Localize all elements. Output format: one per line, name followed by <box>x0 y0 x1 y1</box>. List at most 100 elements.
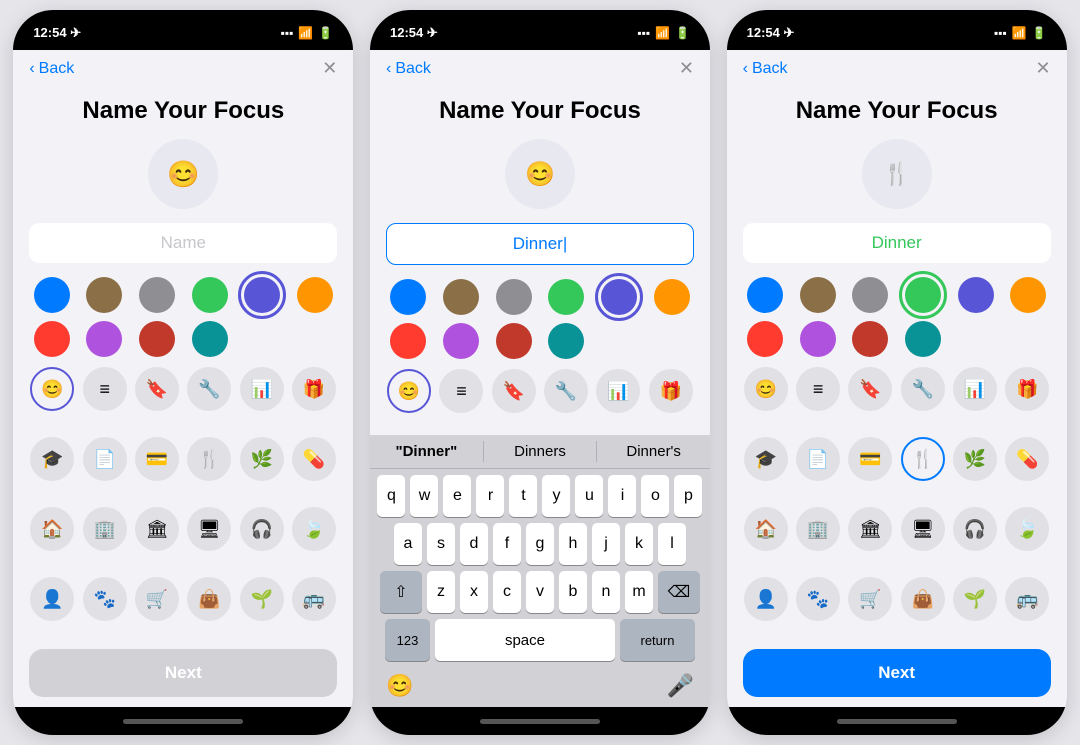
key-g[interactable]: g <box>526 523 554 565</box>
icon-smiley-2[interactable]: 😊 <box>387 369 431 413</box>
color-blue-3[interactable] <box>747 277 783 313</box>
icon-med-3[interactable]: 💊 <box>1005 437 1049 481</box>
color-purple-2[interactable] <box>601 279 637 315</box>
color-green-1[interactable] <box>192 277 228 313</box>
close-button-2[interactable]: ✕ <box>679 58 694 79</box>
focus-icon-1[interactable]: 😊 <box>148 139 218 209</box>
key-o[interactable]: o <box>641 475 669 517</box>
color-crimson-1[interactable] <box>139 321 175 357</box>
color-violet-1[interactable] <box>86 321 122 357</box>
key-r[interactable]: r <box>476 475 504 517</box>
icon-tool-2[interactable]: 🔧 <box>544 369 588 413</box>
key-c[interactable]: c <box>493 571 521 613</box>
mic-icon[interactable]: 🎤 <box>667 673 694 699</box>
key-n[interactable]: n <box>592 571 620 613</box>
focus-icon-2[interactable]: 😊 <box>505 139 575 209</box>
icon-fork-1[interactable]: 🍴 <box>187 437 231 481</box>
key-delete[interactable]: ⌫ <box>658 571 700 613</box>
color-red-1[interactable] <box>34 321 70 357</box>
key-f[interactable]: f <box>493 523 521 565</box>
close-button-3[interactable]: ✕ <box>1036 58 1051 79</box>
color-blue-1[interactable] <box>34 277 70 313</box>
icon-head-3[interactable]: 🎧 <box>953 507 997 551</box>
icon-fork-3[interactable]: 🍴 <box>901 437 945 481</box>
autocomplete-dinners-apos-2[interactable]: Dinner's <box>597 441 710 462</box>
key-j[interactable]: j <box>592 523 620 565</box>
color-teal-3[interactable] <box>905 321 941 357</box>
icon-chart-2[interactable]: 📊 <box>596 369 640 413</box>
icon-leaf-1[interactable]: 🌿 <box>240 437 284 481</box>
icon-person-3[interactable]: 👤 <box>744 577 788 621</box>
icon-bus-1[interactable]: 🚌 <box>292 577 336 621</box>
icon-doc-1[interactable]: 📄 <box>83 437 127 481</box>
icon-monitor-1[interactable]: 🖥 <box>187 507 231 551</box>
color-purple-3[interactable] <box>958 277 994 313</box>
key-i[interactable]: i <box>608 475 636 517</box>
color-gray-2[interactable] <box>496 279 532 315</box>
icon-bookmark-2[interactable]: 🔖 <box>492 369 536 413</box>
icon-bank-1[interactable]: 🏛 <box>135 507 179 551</box>
color-blue-2[interactable] <box>390 279 426 315</box>
icon-doc-3[interactable]: 📄 <box>796 437 840 481</box>
icon-leaf-3[interactable]: 🌿 <box>953 437 997 481</box>
color-brown-2[interactable] <box>443 279 479 315</box>
key-shift[interactable]: ⇧ <box>380 571 422 613</box>
icon-chart-1[interactable]: 📊 <box>240 367 284 411</box>
icon-bookmark-3[interactable]: 🔖 <box>848 367 892 411</box>
color-orange-1[interactable] <box>297 277 333 313</box>
color-violet-2[interactable] <box>443 323 479 359</box>
close-button-1[interactable]: ✕ <box>322 58 337 79</box>
color-brown-1[interactable] <box>86 277 122 313</box>
color-green-3[interactable] <box>905 277 941 313</box>
color-crimson-3[interactable] <box>852 321 888 357</box>
icon-tool-3[interactable]: 🔧 <box>901 367 945 411</box>
emoji-keyboard-icon[interactable]: 😊 <box>386 673 413 699</box>
back-button-3[interactable]: ‹ Back <box>743 60 788 78</box>
key-l[interactable]: l <box>658 523 686 565</box>
color-red-3[interactable] <box>747 321 783 357</box>
key-w[interactable]: w <box>410 475 438 517</box>
key-x[interactable]: x <box>460 571 488 613</box>
key-return[interactable]: return <box>620 619 695 661</box>
icon-card-3[interactable]: 💳 <box>848 437 892 481</box>
name-input-1[interactable]: Name <box>29 223 337 263</box>
icon-paw-1[interactable]: 🐾 <box>83 577 127 621</box>
icon-building-1[interactable]: 🏢 <box>83 507 127 551</box>
color-crimson-2[interactable] <box>496 323 532 359</box>
icon-list-1[interactable]: ≡ <box>83 367 127 411</box>
icon-bank-3[interactable]: 🏛 <box>848 507 892 551</box>
icon-list-2[interactable]: ≡ <box>439 369 483 413</box>
color-orange-2[interactable] <box>654 279 690 315</box>
key-q[interactable]: q <box>377 475 405 517</box>
key-t[interactable]: t <box>509 475 537 517</box>
color-orange-3[interactable] <box>1010 277 1046 313</box>
icon-plant-1[interactable]: 🌱 <box>240 577 284 621</box>
icon-person-1[interactable]: 👤 <box>30 577 74 621</box>
back-button-1[interactable]: ‹ Back <box>29 60 74 78</box>
key-k[interactable]: k <box>625 523 653 565</box>
icon-tool-1[interactable]: 🔧 <box>187 367 231 411</box>
icon-building-3[interactable]: 🏢 <box>796 507 840 551</box>
icon-bookmark-1[interactable]: 🔖 <box>135 367 179 411</box>
focus-icon-3[interactable]: 🍴 <box>862 139 932 209</box>
key-h[interactable]: h <box>559 523 587 565</box>
icon-grad-1[interactable]: 🎓 <box>30 437 74 481</box>
icon-list-3[interactable]: ≡ <box>796 367 840 411</box>
color-gray-1[interactable] <box>139 277 175 313</box>
color-teal-2[interactable] <box>548 323 584 359</box>
icon-nature-3[interactable]: 🍃 <box>1005 507 1049 551</box>
key-p[interactable]: p <box>674 475 702 517</box>
icon-bus-3[interactable]: 🚌 <box>1005 577 1049 621</box>
color-gray-3[interactable] <box>852 277 888 313</box>
key-s[interactable]: s <box>427 523 455 565</box>
autocomplete-dinner-2[interactable]: "Dinner" <box>370 441 484 462</box>
icon-nature-1[interactable]: 🍃 <box>292 507 336 551</box>
color-teal-1[interactable] <box>192 321 228 357</box>
icon-smiley-1[interactable]: 😊 <box>30 367 74 411</box>
key-e[interactable]: e <box>443 475 471 517</box>
icon-home-1[interactable]: 🏠 <box>30 507 74 551</box>
key-d[interactable]: d <box>460 523 488 565</box>
key-m[interactable]: m <box>625 571 653 613</box>
autocomplete-dinners-2[interactable]: Dinners <box>484 441 598 462</box>
next-button-3[interactable]: Next <box>743 649 1051 697</box>
